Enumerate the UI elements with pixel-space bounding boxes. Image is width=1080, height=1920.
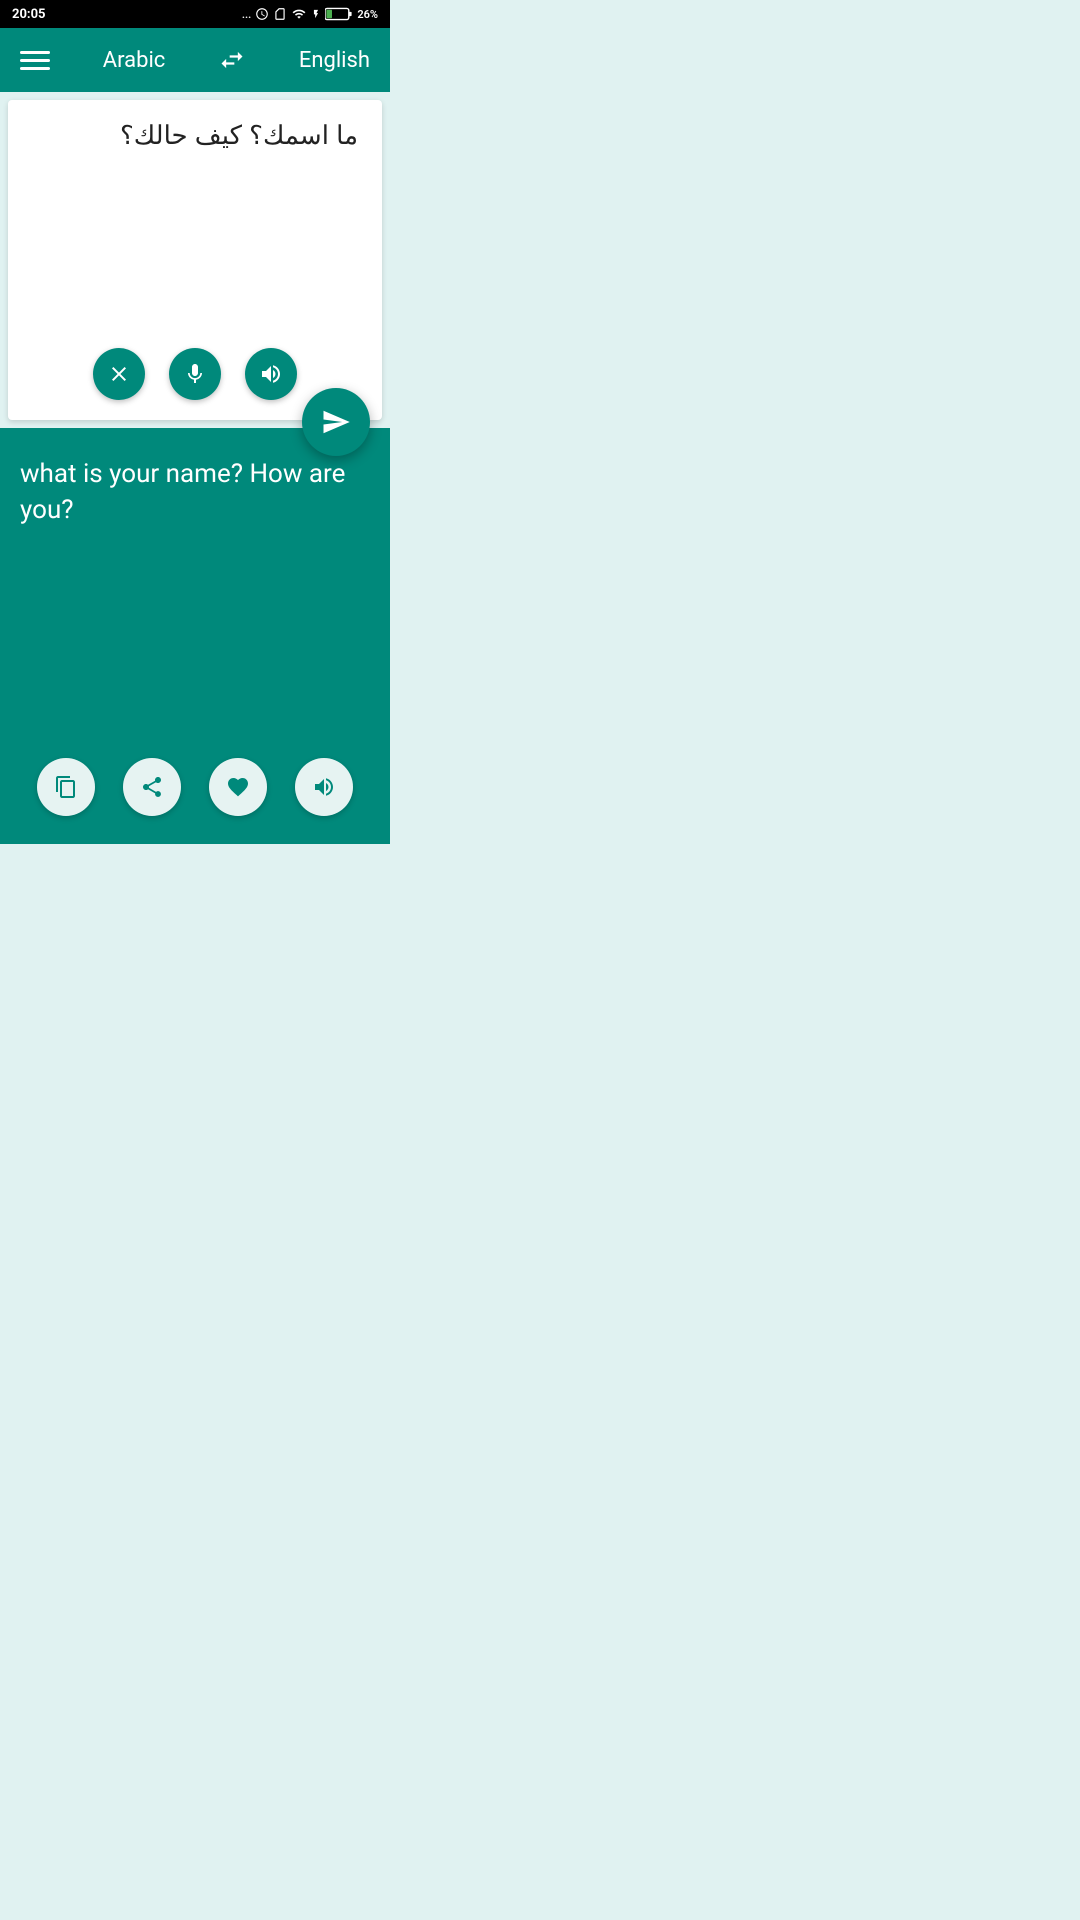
menu-button[interactable]: [20, 51, 50, 70]
input-section: ما اسمك؟ كيف حالك؟: [8, 100, 382, 420]
status-time: 20:05: [12, 7, 46, 22]
menu-line-3: [20, 67, 50, 70]
send-icon: [321, 407, 351, 437]
main-content: ما اسمك؟ كيف حالك؟: [0, 92, 390, 844]
translated-text: what is your name? How are you?: [20, 456, 370, 529]
status-icons: ... 26%: [242, 7, 378, 21]
microphone-button[interactable]: [169, 348, 221, 400]
share-button[interactable]: [123, 758, 181, 816]
arabic-input-text[interactable]: ما اسمك؟ كيف حالك؟: [8, 100, 382, 332]
menu-line-1: [20, 51, 50, 54]
sim-icon: [273, 7, 287, 21]
source-language-button[interactable]: Arabic: [103, 48, 166, 73]
top-bar: Arabic English: [0, 28, 390, 92]
heart-icon: [226, 775, 250, 799]
status-dots: ...: [242, 8, 251, 21]
charging-icon: [311, 7, 321, 21]
volume-icon: [259, 362, 283, 386]
output-actions: [20, 742, 370, 824]
volume-up-icon: [312, 775, 336, 799]
mic-icon: [183, 362, 207, 386]
battery-percent: 26%: [357, 8, 378, 21]
input-speaker-button[interactable]: [245, 348, 297, 400]
copy-icon: [54, 775, 78, 799]
signal-icon: [291, 7, 307, 21]
share-icon: [140, 775, 164, 799]
menu-line-2: [20, 59, 50, 62]
target-language-button[interactable]: English: [299, 48, 370, 73]
swap-languages-button[interactable]: [218, 46, 246, 74]
status-bar: 20:05 ... 26%: [0, 0, 390, 28]
output-speaker-button[interactable]: [295, 758, 353, 816]
copy-button[interactable]: [37, 758, 95, 816]
clear-button[interactable]: [93, 348, 145, 400]
battery-icon: [325, 7, 353, 21]
swap-icon: [218, 46, 246, 74]
output-section: what is your name? How are you?: [0, 428, 390, 844]
favorite-button[interactable]: [209, 758, 267, 816]
send-button[interactable]: [302, 388, 370, 456]
alarm-icon: [255, 7, 269, 21]
close-icon: [107, 362, 131, 386]
